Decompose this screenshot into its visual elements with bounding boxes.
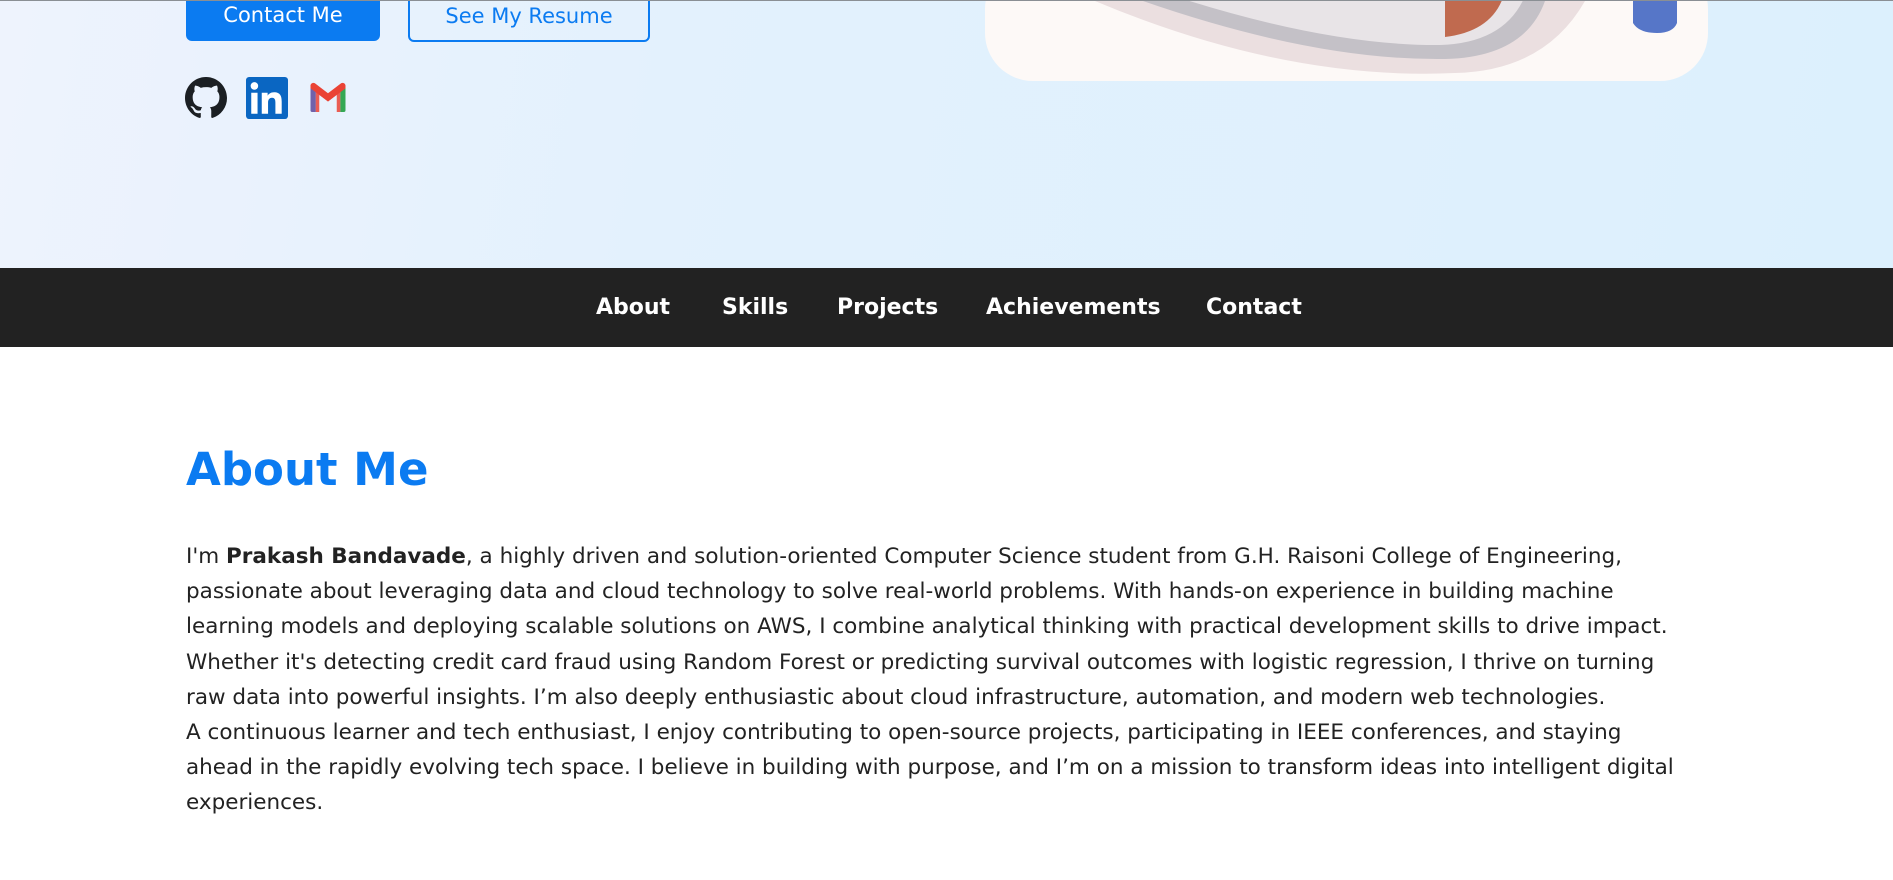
nav-contact[interactable]: Contact [1206, 268, 1302, 347]
hero-section: Contact Me See My Resume [0, 0, 1893, 268]
about-line: learning models and deploying scalable s… [186, 614, 1668, 640]
gmail-icon[interactable] [307, 77, 349, 119]
about-line: experiences. [186, 790, 324, 816]
nav-projects[interactable]: Projects [837, 268, 938, 347]
see-resume-button[interactable]: See My Resume [408, 1, 650, 42]
about-line: passionate about leveraging data and clo… [186, 579, 1614, 605]
main-navbar: About Skills Projects Achievements Conta… [0, 268, 1893, 347]
about-line: Whether it's detecting credit card fraud… [186, 649, 1655, 675]
github-icon[interactable] [185, 77, 227, 119]
about-intro-rest: , a highly driven and solution-oriented … [465, 544, 1622, 569]
nav-achievements[interactable]: Achievements [986, 268, 1161, 347]
nav-about[interactable]: About [596, 268, 670, 347]
about-line: I'm Prakash Bandavade, a highly driven a… [186, 539, 1706, 574]
about-line: ahead in the rapidly evolving tech space… [186, 755, 1674, 781]
linkedin-icon[interactable] [246, 77, 288, 119]
contact-me-button[interactable]: Contact Me [186, 1, 380, 41]
about-title: About Me [186, 443, 429, 496]
about-line: raw data into powerful insights. I’m als… [186, 684, 1606, 710]
about-intro-text: I'm [186, 544, 227, 569]
author-name: Prakash Bandavade [226, 544, 466, 569]
about-line: A continuous learner and tech enthusiast… [186, 720, 1622, 746]
nav-skills[interactable]: Skills [722, 268, 788, 347]
about-description: I'm Prakash Bandavade, a highly driven a… [186, 539, 1706, 821]
hero-illustration [985, 1, 1708, 81]
